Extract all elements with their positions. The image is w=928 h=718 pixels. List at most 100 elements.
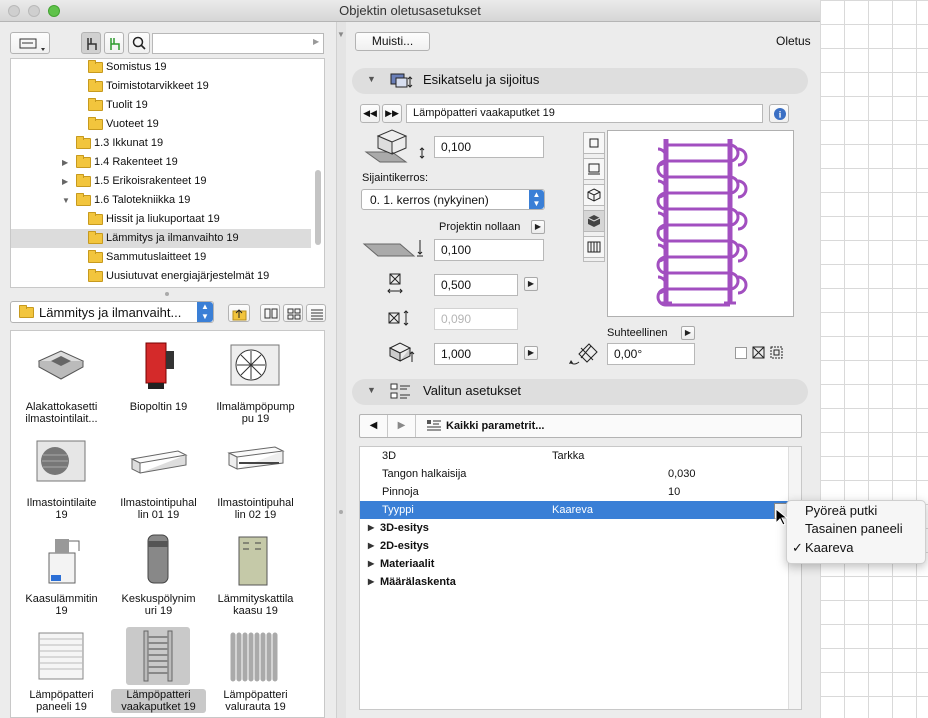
library-item[interactable]: Biopoltin 19: [111, 335, 206, 431]
library-item-thumbnail: [126, 339, 190, 397]
floor-plan-grid[interactable]: [820, 0, 928, 718]
disclosure-closed-icon[interactable]: ▶: [62, 153, 72, 172]
library-item[interactable]: Ilmastointipuhal lin 02 19: [208, 431, 303, 527]
disclosure-closed-icon[interactable]: ▶: [62, 172, 72, 191]
tree-item[interactable]: Toimistotarvikkeet 19: [11, 77, 311, 96]
caption-line-1: Alakattokasetti: [25, 401, 98, 413]
tree-item[interactable]: ▶ 1.5 Erikoisrakenteet 19: [11, 172, 311, 191]
tree-item[interactable]: Tuolit 19: [11, 96, 311, 115]
depth-field[interactable]: 0,090: [434, 308, 518, 330]
parameter-row[interactable]: Pinnoja 10: [360, 483, 788, 501]
folder-select[interactable]: Lämmitys ja ilmanvaiht... ▲ ▼: [10, 301, 214, 323]
next-object-button[interactable]: ▶▶: [382, 104, 402, 123]
relative-menu-button[interactable]: ▶: [681, 326, 695, 340]
search-button[interactable]: [128, 32, 150, 54]
large-icons-view-button[interactable]: [260, 304, 280, 322]
list-view-button[interactable]: [306, 304, 326, 322]
axonometric-view-button[interactable]: [583, 184, 605, 206]
parameter-group[interactable]: ▶ 2D-esitys: [360, 537, 788, 555]
disclosure-closed-icon[interactable]: ▶: [368, 573, 374, 591]
object-filter-button[interactable]: [81, 32, 101, 54]
popup-option-flat-panel[interactable]: Tasainen paneeli: [805, 520, 903, 538]
elevation-field[interactable]: 0,100: [434, 136, 544, 158]
tree-item[interactable]: Somistus 19: [11, 59, 311, 77]
library-item[interactable]: Ilmastointilaite 19: [14, 431, 109, 527]
pane-splitter[interactable]: [336, 22, 346, 718]
favorites-filter-button[interactable]: [104, 32, 124, 54]
small-icons-view-button[interactable]: [283, 304, 303, 322]
object-preview[interactable]: [607, 130, 794, 317]
previous-page-button[interactable]: ◀: [360, 415, 388, 437]
next-page-button[interactable]: ▶: [388, 415, 416, 437]
library-grid[interactable]: Alakattokasetti ilmastointilait... Biopolt…: [10, 330, 325, 718]
tree-item[interactable]: Vuoteet 19: [11, 115, 311, 134]
params-scrollbar[interactable]: [788, 447, 801, 709]
parameters-table[interactable]: 3D Tarkka Tangon halkaisija 0,030 Pinnoja 1…: [359, 446, 802, 710]
disclosure-open-icon[interactable]: ▼: [62, 191, 72, 210]
parameter-row[interactable]: Tyyppi Kaareva: [360, 501, 788, 519]
popup-option-round-tube[interactable]: Pyöreä putki: [805, 502, 877, 520]
tree-scrollbar[interactable]: [315, 170, 321, 245]
preview-section-header[interactable]: ▼ Esikatselu ja sijoitus: [352, 68, 808, 94]
parameters-dropdown[interactable]: Kaikki parametrit...: [446, 415, 544, 437]
popup-option-curved[interactable]: Kaareva: [805, 539, 853, 557]
project-zero-field[interactable]: 0,100: [434, 239, 544, 261]
folder-up-button[interactable]: [228, 304, 250, 322]
library-item[interactable]: Kaasulämmitin 19: [14, 527, 109, 623]
tree-item[interactable]: ▶ 1.4 Rakenteet 19: [11, 153, 311, 172]
library-item[interactable]: Ilmalämpöpump pu 19: [208, 335, 303, 431]
project-zero-menu-button[interactable]: ▶: [531, 220, 545, 234]
library-item[interactable]: Lämpöpatteri valurauta 19: [208, 623, 303, 717]
width-field[interactable]: 0,500: [434, 274, 518, 296]
disclosure-closed-icon[interactable]: ▶: [368, 519, 374, 537]
splitter-arrow-icon: ▼: [337, 30, 345, 39]
tree-item[interactable]: Sammutuslaitteet 19: [11, 248, 311, 267]
home-story-select[interactable]: 0. 1. kerros (nykyinen) ▲ ▼: [361, 189, 545, 210]
tree-item[interactable]: ▼ 1.6 Talotekniikka 19: [11, 191, 311, 210]
library-item[interactable]: Keskuspölynim uri 19: [111, 527, 206, 623]
height-field[interactable]: 1,000: [434, 343, 518, 365]
split-handle[interactable]: [165, 292, 169, 296]
object-thumbnail-icon: [38, 632, 84, 680]
parameter-row[interactable]: Tangon halkaisija 0,030: [360, 465, 788, 483]
object-name-field[interactable]: Lämpöpatteri vaakaputket 19: [406, 104, 763, 123]
library-item-caption: Lämpöpatteri paneeli 19: [14, 689, 109, 713]
mirror-checkbox[interactable]: [735, 347, 747, 359]
search-input[interactable]: [152, 33, 324, 54]
selected-settings-section-header[interactable]: ▼ Valitun asetukset: [352, 379, 808, 405]
tree-item[interactable]: 1.3 Ikkunat 19: [11, 134, 311, 153]
info-button[interactable]: i: [769, 104, 789, 123]
disclosure-closed-icon[interactable]: ▶: [368, 537, 374, 555]
parameter-group[interactable]: ▶ 3D-esitys: [360, 519, 788, 537]
library-item[interactable]: Lämmityskattila kaasu 19: [208, 527, 303, 623]
3d-view-button[interactable]: [583, 210, 605, 232]
tree-item[interactable]: Lämmitys ja ilmanvaihto 19: [11, 229, 311, 248]
elevation-view-icon: [587, 241, 601, 253]
rotation-angle-field[interactable]: 0,00°: [607, 343, 695, 365]
splitter-handle[interactable]: [339, 510, 343, 514]
library-item[interactable]: Ilmastointipuhal lin 01 19: [111, 431, 206, 527]
height-menu-button[interactable]: ▶: [524, 346, 538, 360]
zoom-button[interactable]: [48, 5, 60, 17]
library-item-caption: Ilmastointipuhal lin 02 19: [208, 497, 303, 521]
close-button[interactable]: [8, 5, 20, 17]
elevation-view-button[interactable]: [583, 236, 605, 258]
parameter-group[interactable]: ▶ Materiaalit: [360, 555, 788, 573]
tree-item[interactable]: Hissit ja liukuportaat 19: [11, 210, 311, 229]
parameter-group[interactable]: ▶ Määrälaskenta: [360, 573, 788, 591]
library-item[interactable]: Lämpöpatteri paneeli 19: [14, 623, 109, 717]
library-item[interactable]: Lämpöpatteri vaakaputket 19: [111, 623, 206, 717]
minimize-button[interactable]: [28, 5, 40, 17]
previous-object-button[interactable]: ◀◀: [360, 104, 380, 123]
tree-item[interactable]: Uusiutuvat energiajärjestelmät 19: [11, 267, 311, 286]
library-item[interactable]: Alakattokasetti ilmastointilait...: [14, 335, 109, 431]
section-view-button[interactable]: [583, 158, 605, 180]
disclosure-closed-icon[interactable]: ▶: [368, 555, 374, 573]
tree-item-label: 1.6 Talotekniikka 19: [94, 194, 191, 206]
memory-button[interactable]: Muisti...: [355, 32, 430, 51]
plan-view-button[interactable]: [583, 132, 605, 154]
width-menu-button[interactable]: ▶: [524, 277, 538, 291]
view-mode-button[interactable]: [10, 32, 50, 54]
library-item-thumbnail: [223, 339, 287, 397]
library-tree[interactable]: Somistus 19 Toimistotarvikkeet 19 Tuolit 1…: [10, 58, 325, 288]
